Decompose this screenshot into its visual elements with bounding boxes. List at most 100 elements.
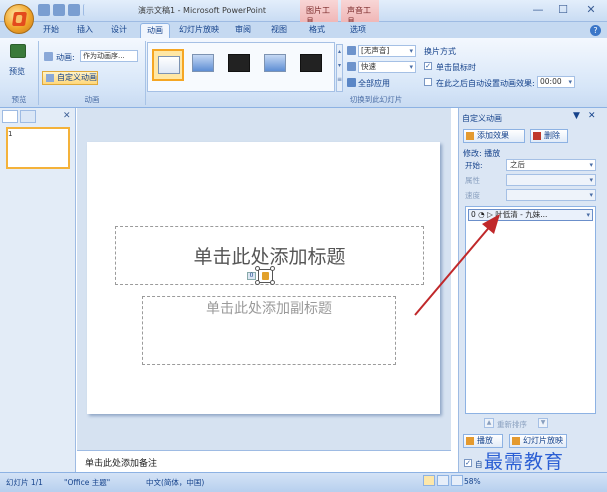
transition-none[interactable] bbox=[152, 49, 184, 81]
slide-thumbnail-number: 1 bbox=[8, 130, 13, 138]
transition-group-label: 切换到此幻灯片 bbox=[349, 95, 403, 104]
tab-options[interactable]: 选项 bbox=[345, 23, 371, 38]
zoom-level: 58% bbox=[464, 477, 481, 486]
transition-fade-smooth[interactable] bbox=[188, 49, 220, 81]
resize-handle[interactable] bbox=[270, 280, 275, 285]
preview-label: 预览 bbox=[9, 67, 25, 76]
reorder-label: 重新排序 bbox=[497, 420, 527, 429]
close-button[interactable]: ✕ bbox=[578, 2, 604, 19]
resize-handle[interactable] bbox=[255, 266, 260, 271]
group-separator bbox=[38, 41, 39, 105]
redo-icon[interactable] bbox=[68, 4, 80, 16]
resize-handle[interactable] bbox=[270, 266, 275, 271]
on-click-checkbox[interactable]: ✓ bbox=[424, 62, 432, 70]
transition-none-icon bbox=[158, 56, 180, 74]
animate-label: 动画: bbox=[56, 53, 75, 62]
tab-slideshow[interactable]: 幻灯片放映 bbox=[175, 23, 223, 38]
slideshow-view-icon[interactable] bbox=[451, 475, 463, 486]
animation-order-tag: 0 bbox=[247, 272, 256, 280]
subtitle-placeholder-text: 单击此处添加副标题 bbox=[206, 301, 332, 317]
speed-label: 速度 bbox=[465, 191, 480, 200]
slide-thumbnail[interactable] bbox=[6, 127, 70, 169]
transition-cut-black-icon bbox=[300, 54, 322, 72]
animate-select[interactable]: 作为动画序... bbox=[80, 50, 138, 62]
property-label: 属性 bbox=[465, 176, 480, 185]
tab-home[interactable]: 开始 bbox=[38, 23, 64, 38]
qat-separator bbox=[83, 4, 87, 16]
transition-cut-icon bbox=[264, 54, 286, 72]
auto-after-time[interactable]: 00:00 bbox=[537, 76, 575, 88]
slide-count: 幻灯片 1/1 bbox=[6, 478, 43, 487]
property-select bbox=[506, 174, 596, 186]
slideshow-button[interactable]: 幻灯片放映 bbox=[509, 434, 567, 448]
play-button[interactable]: 播放 bbox=[463, 434, 503, 448]
custom-animation-button[interactable]: 自定义动画 bbox=[42, 71, 98, 85]
gallery-scroll[interactable]: ▴ ▾ ≡ bbox=[336, 44, 343, 92]
save-icon[interactable] bbox=[38, 4, 50, 16]
apply-all-icon bbox=[347, 78, 356, 87]
tab-design[interactable]: 设计 bbox=[106, 23, 132, 38]
task-pane-close-icon[interactable]: ✕ bbox=[588, 111, 596, 121]
picture-tools-context-tab: 图片工具 bbox=[300, 0, 338, 26]
preview-group-label: 预览 bbox=[11, 95, 27, 104]
tab-insert[interactable]: 插入 bbox=[72, 23, 98, 38]
autopreview-checkbox[interactable]: ✓ bbox=[464, 459, 472, 467]
remove-effect-button[interactable]: 删除 bbox=[530, 129, 568, 143]
on-click-label: 单击鼠标时 bbox=[436, 63, 476, 72]
group-separator bbox=[145, 41, 146, 105]
apply-all-button[interactable]: 全部应用 bbox=[358, 78, 390, 89]
add-effect-button[interactable]: 添加效果 bbox=[463, 129, 525, 143]
window-title: 演示文稿1 - Microsoft PowerPoint bbox=[138, 6, 267, 15]
speed-icon bbox=[347, 62, 356, 71]
start-label: 开始: bbox=[465, 161, 483, 170]
transition-cut-black[interactable] bbox=[296, 49, 328, 81]
theme-name: "Office 主题" bbox=[64, 478, 111, 487]
undo-icon[interactable] bbox=[53, 4, 65, 16]
watermark: 最需教育 bbox=[484, 447, 604, 473]
transition-black-icon bbox=[228, 54, 250, 72]
reorder-down-icon[interactable]: ▼ bbox=[538, 418, 548, 428]
transition-sound-select[interactable]: [无声音] bbox=[358, 45, 416, 57]
resize-handle[interactable] bbox=[255, 280, 260, 285]
tab-format[interactable]: 格式 bbox=[304, 23, 330, 38]
ribbon-tabs: 开始 插入 设计 动画 幻灯片放映 审阅 视图 格式 选项 bbox=[0, 22, 607, 38]
transition-gallery bbox=[147, 42, 335, 92]
transition-speed-select[interactable]: 快速 bbox=[358, 61, 416, 73]
sorter-view-icon[interactable] bbox=[437, 475, 449, 486]
transition-fade-black[interactable] bbox=[224, 49, 256, 81]
office-button[interactable] bbox=[4, 4, 34, 34]
auto-after-checkbox[interactable] bbox=[424, 78, 432, 86]
start-select[interactable]: 之后 bbox=[506, 159, 596, 171]
normal-view-icon[interactable] bbox=[423, 475, 435, 486]
speed-select bbox=[506, 189, 596, 201]
tab-animations[interactable]: 动画 bbox=[140, 23, 170, 38]
animate-icon bbox=[44, 52, 53, 61]
task-pane-menu-icon[interactable]: ▼ bbox=[573, 111, 580, 121]
tab-review[interactable]: 审阅 bbox=[230, 23, 256, 38]
sound-icon bbox=[347, 46, 356, 55]
watermark-text: 最需教育 bbox=[484, 451, 565, 473]
quick-access-toolbar bbox=[38, 4, 87, 18]
transition-fade-icon bbox=[192, 54, 214, 72]
transition-cut[interactable] bbox=[260, 49, 292, 81]
sound-tools-context-tab: 声音工具 bbox=[341, 0, 379, 26]
language: 中文(简体，中国) bbox=[146, 478, 205, 487]
maximize-button[interactable]: ☐ bbox=[551, 2, 575, 19]
minimize-button[interactable]: — bbox=[526, 2, 550, 19]
slides-tab[interactable] bbox=[2, 110, 18, 123]
autopreview-label: 自 bbox=[475, 460, 483, 469]
office-logo-icon bbox=[12, 12, 27, 26]
help-icon[interactable]: ? bbox=[590, 25, 601, 36]
outline-tab[interactable] bbox=[20, 110, 36, 123]
preview-icon bbox=[10, 44, 26, 58]
auto-after-label: 在此之后自动设置动画效果: bbox=[436, 79, 535, 88]
advance-slide-title: 换片方式 bbox=[424, 47, 456, 56]
animations-group-label: 动画 bbox=[84, 95, 100, 104]
task-pane-title: 自定义动画 bbox=[462, 114, 502, 123]
pane-close-icon[interactable]: ✕ bbox=[63, 111, 71, 121]
tab-view[interactable]: 视图 bbox=[266, 23, 292, 38]
modify-section-title: 修改: 播放 bbox=[463, 149, 501, 158]
reorder-up-icon[interactable]: ▲ bbox=[484, 418, 494, 428]
title-placeholder-text: 单击此处添加标题 bbox=[193, 246, 346, 268]
annotation-arrow bbox=[414, 214, 500, 316]
